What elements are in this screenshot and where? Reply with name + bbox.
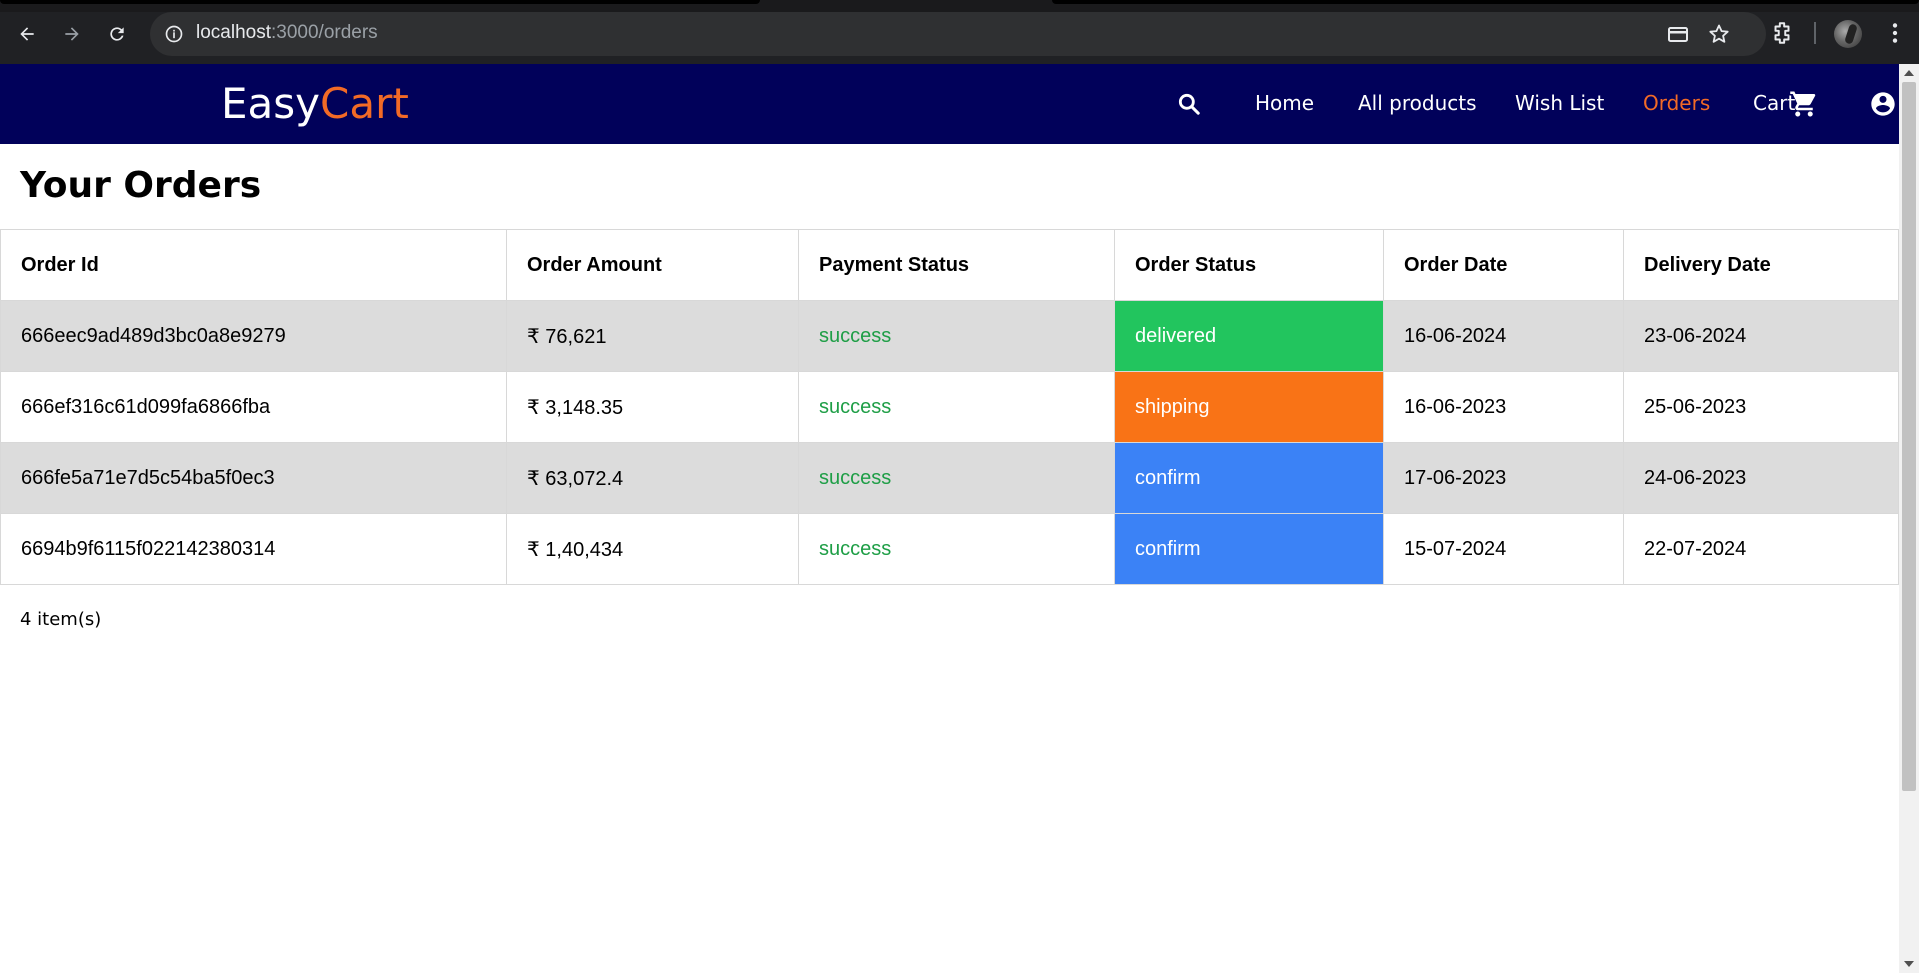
table-row[interactable]: 666fe5a71e7d5c54ba5f0ec3 ₹ 63,072.4 succ… [0,442,1899,514]
back-arrow-icon [20,27,34,41]
scroll-up-arrow-icon[interactable] [1904,70,1914,76]
order-date: 16-06-2024 [1383,300,1624,372]
header-payment-status[interactable]: Payment Status [798,229,1115,301]
tab-edge [1052,0,1919,4]
nav-orders[interactable]: Orders [1643,91,1710,115]
reload-button[interactable] [100,17,134,51]
vertical-scrollbar[interactable] [1899,64,1919,973]
nav-all-products[interactable]: All products [1358,91,1477,115]
card-icon[interactable] [1666,22,1690,46]
payment-status: success [798,513,1115,585]
table-row[interactable]: 666eec9ad489d3bc0a8e9279 ₹ 76,621 succes… [0,300,1899,372]
order-id: 666fe5a71e7d5c54ba5f0ec3 [0,442,507,514]
header-order-date[interactable]: Order Date [1383,229,1624,301]
forward-button[interactable] [55,17,89,51]
table-row[interactable]: 666ef316c61d099fa6866fba ₹ 3,148.35 succ… [0,371,1899,443]
url-text[interactable]: localhost:3000/orders [196,22,378,44]
extensions-icon[interactable] [1769,20,1795,46]
table-header-row: Order Id Order Amount Payment Status Ord… [0,229,1899,301]
address-bar[interactable]: localhost:3000/orders [150,12,1766,56]
payment-status: success [798,371,1115,443]
table-row[interactable]: 6694b9f6115f022142380314 ₹ 1,40,434 succ… [0,513,1899,585]
delivery-date: 23-06-2024 [1623,300,1899,372]
order-amount: ₹ 76,621 [506,300,799,372]
order-status-badge: confirm [1114,513,1384,585]
toolbar-separator [1814,22,1816,44]
order-status-badge: confirm [1114,442,1384,514]
search-icon[interactable] [1176,91,1202,117]
scroll-down-arrow-icon[interactable] [1904,961,1914,967]
site-info-icon[interactable] [164,24,184,44]
account-icon[interactable] [1869,90,1897,118]
nav-wish-list[interactable]: Wish List [1515,91,1604,115]
profile-avatar[interactable] [1834,20,1862,48]
logo[interactable]: EasyCart [221,79,409,128]
order-id: 666ef316c61d099fa6866fba [0,371,507,443]
payment-status: success [798,442,1115,514]
tab-edge [0,0,760,4]
site-header: EasyCart Home All products Wish List Ord… [0,64,1899,144]
header-delivery-date[interactable]: Delivery Date [1623,229,1899,301]
logo-easy: Easy [221,79,321,128]
logo-cart: Cart [320,79,409,128]
star-icon[interactable] [1707,22,1731,46]
orders-table: Order Id Order Amount Payment Status Ord… [0,229,1899,585]
header-order-status[interactable]: Order Status [1114,229,1384,301]
browser-toolbar: localhost:3000/orders [0,0,1919,64]
order-amount: ₹ 63,072.4 [506,442,799,514]
order-amount: ₹ 1,40,434 [506,513,799,585]
order-id: 666eec9ad489d3bc0a8e9279 [0,300,507,372]
payment-status: success [798,300,1115,372]
back-button[interactable] [10,17,44,51]
delivery-date: 22-07-2024 [1623,513,1899,585]
nav-home[interactable]: Home [1255,91,1314,115]
url-path: :3000/orders [271,22,378,43]
order-date: 16-06-2023 [1383,371,1624,443]
cart-icon[interactable] [1789,89,1819,119]
more-vert-icon[interactable] [1882,20,1908,46]
items-count: 4 item(s) [20,609,102,630]
reload-icon [110,27,124,41]
order-id: 6694b9f6115f022142380314 [0,513,507,585]
delivery-date: 25-06-2023 [1623,371,1899,443]
delivery-date: 24-06-2023 [1623,442,1899,514]
header-order-id[interactable]: Order Id [0,229,507,301]
order-date: 15-07-2024 [1383,513,1624,585]
forward-arrow-icon [65,27,79,41]
order-date: 17-06-2023 [1383,442,1624,514]
order-status-badge: delivered [1114,300,1384,372]
page-title: Your Orders [20,165,262,206]
url-host: localhost [196,22,271,43]
order-amount: ₹ 3,148.35 [506,371,799,443]
order-status-badge: shipping [1114,371,1384,443]
header-order-amount[interactable]: Order Amount [506,229,799,301]
scroll-thumb[interactable] [1902,82,1916,791]
